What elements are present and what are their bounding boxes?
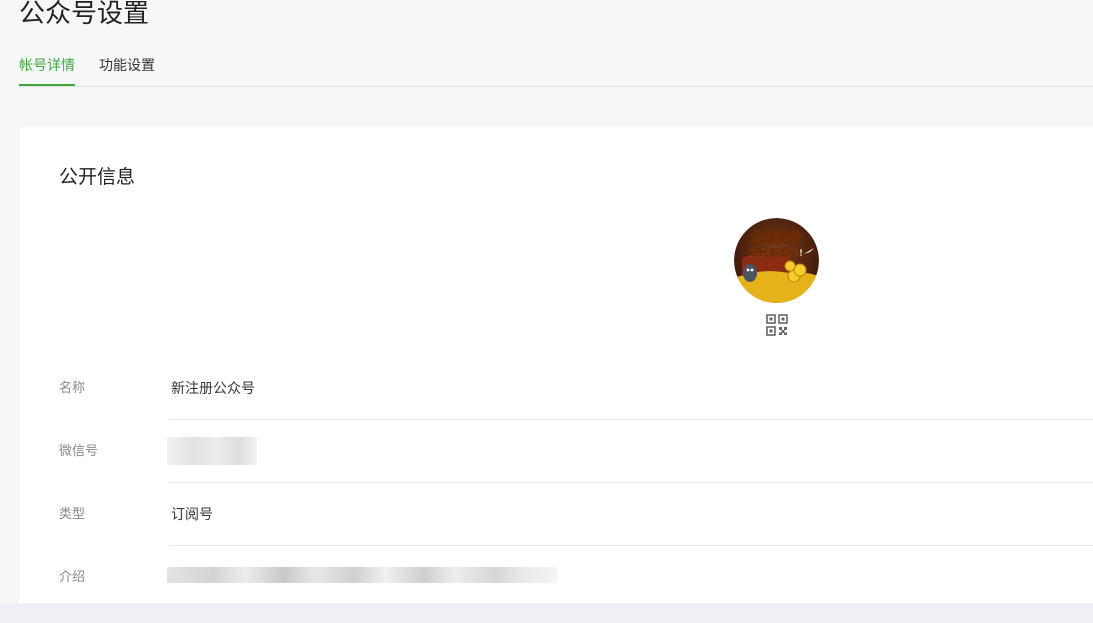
- row-divider: [169, 482, 1093, 483]
- row-divider: [169, 419, 1093, 420]
- tab-bar: 帐号详情 功能设置: [19, 48, 1093, 87]
- name-label: 名称: [59, 381, 86, 396]
- tab-account-details[interactable]: 帐号详情: [19, 48, 75, 86]
- bottom-strip: [0, 603, 1093, 623]
- row-divider: [169, 545, 1093, 546]
- avatar-image: 龙猫传奇 全民跟我走!: [734, 218, 819, 303]
- wechat-id-label: 微信号: [59, 444, 99, 459]
- intro-label: 介绍: [59, 570, 86, 585]
- avatar-subtitle-text: 全民跟我走!: [748, 246, 804, 259]
- intro-value: [167, 567, 571, 585]
- account-avatar[interactable]: 龙猫传奇 全民跟我走!: [734, 218, 819, 303]
- section-title: 公开信息: [59, 166, 136, 188]
- page-title: 公众号设置: [19, 0, 150, 29]
- tab-feature-settings[interactable]: 功能设置: [99, 48, 155, 86]
- avatar-title-text: 龙猫传奇: [750, 230, 802, 246]
- qr-code-icon[interactable]: [766, 314, 788, 336]
- wechat-id-value: [167, 437, 261, 465]
- name-value: 新注册公众号: [171, 381, 255, 397]
- type-value: 订阅号: [171, 507, 213, 523]
- public-info-card: 公开信息 龙猫传奇 全民跟我走! 名称 新注册公众号 微信号 类型 订阅号 介绍: [19, 127, 1093, 603]
- type-label: 类型: [59, 507, 86, 522]
